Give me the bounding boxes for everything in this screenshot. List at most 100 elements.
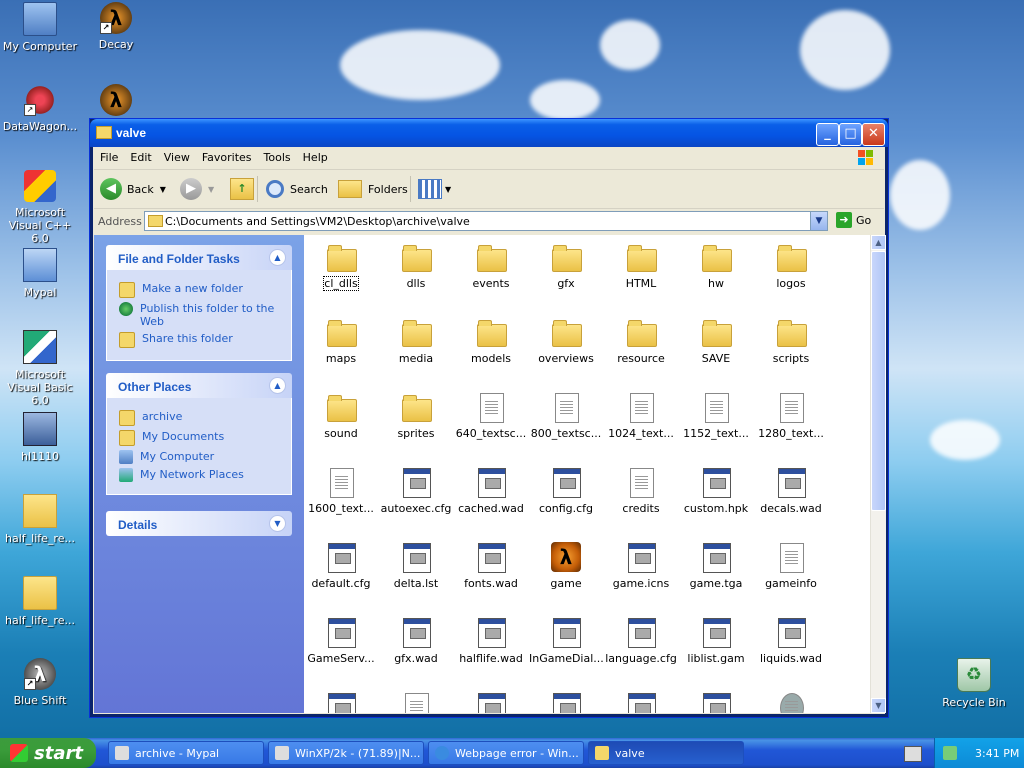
file-item-dlls[interactable]: dlls	[379, 237, 453, 290]
file-item-1024-text[interactable]: 1024_text...	[604, 387, 678, 440]
file-item-maps[interactable]: maps	[304, 312, 378, 365]
desktop-icon-recycle-bin[interactable]: ♻ Recycle Bin	[934, 658, 1014, 709]
file-item-file[interactable]	[754, 687, 828, 713]
go-button[interactable]: ➜ Go	[836, 212, 871, 228]
panel-header[interactable]: Details ▼	[106, 511, 292, 536]
address-dropdown-button[interactable]: ▼	[810, 212, 827, 230]
search-button[interactable]: Search	[266, 177, 328, 201]
desktop-icon-datawagon[interactable]: ↗ DataWagon...	[0, 84, 80, 133]
panel-header[interactable]: File and Folder Tasks ▲	[106, 245, 292, 270]
desktop-icon-half-life-2[interactable]: λ	[76, 84, 156, 120]
file-item-file[interactable]	[529, 687, 603, 713]
file-item-credits[interactable]: credits	[604, 462, 678, 515]
panel-header[interactable]: Other Places ▲	[106, 373, 292, 398]
file-item-640-textsc[interactable]: 640_textsc...	[454, 387, 528, 440]
other-place-archive[interactable]: archive	[119, 410, 281, 426]
file-item-hw[interactable]: hw	[679, 237, 753, 290]
file-item-gameinfo[interactable]: gameinfo	[754, 537, 828, 590]
file-item-default-cfg[interactable]: default.cfg	[304, 537, 378, 590]
keyboard-icon[interactable]	[904, 746, 922, 762]
menu-favorites[interactable]: Favorites	[196, 147, 258, 168]
other-place-my-documents[interactable]: My Documents	[119, 430, 281, 446]
file-item-events[interactable]: events	[454, 237, 528, 290]
file-item-cl-dlls[interactable]: cl_dlls	[304, 237, 378, 291]
file-item-liquids-wad[interactable]: liquids.wad	[754, 612, 828, 665]
file-item-ingamedial[interactable]: InGameDial...	[529, 612, 604, 665]
make-new-folder-link[interactable]: Make a new folder	[119, 282, 281, 298]
menu-file[interactable]: File	[94, 147, 124, 168]
taskbar-button-winxp[interactable]: WinXP/2k - (71.89)|N...	[268, 741, 424, 765]
desktop-icon-visual-basic[interactable]: Microsoft Visual Basic 6.0	[0, 330, 80, 407]
file-item-1600-text[interactable]: 1600_text...	[304, 462, 378, 515]
file-item-fonts-wad[interactable]: fonts.wad	[454, 537, 528, 590]
forward-button[interactable]: ▶ ▼	[180, 177, 214, 201]
file-item-save[interactable]: SAVE	[679, 312, 753, 365]
file-item-sprites[interactable]: sprites	[379, 387, 453, 440]
clock[interactable]: 3:41 PM	[975, 747, 1019, 760]
other-place-network[interactable]: My Network Places	[119, 468, 281, 482]
desktop-icon-blue-shift[interactable]: λ ↗ Blue Shift	[0, 658, 80, 707]
views-button[interactable]: ▼	[418, 177, 451, 201]
taskbar-button-archive[interactable]: archive - Mypal	[108, 741, 264, 765]
desktop-icon-mypal[interactable]: Mypal	[0, 248, 80, 299]
file-item-800-textsc[interactable]: 800_textsc...	[529, 387, 603, 440]
file-item-halflife-wad[interactable]: halflife.wad	[454, 612, 528, 665]
file-item-liblist-gam[interactable]: liblist.gam	[679, 612, 753, 665]
menu-help[interactable]: Help	[297, 147, 334, 168]
file-item-media[interactable]: media	[379, 312, 453, 365]
scroll-down-button[interactable]: ▼	[871, 698, 886, 713]
scroll-thumb[interactable]	[871, 251, 886, 511]
file-item-gfx[interactable]: gfx	[529, 237, 603, 290]
file-item-game-icns[interactable]: game.icns	[604, 537, 678, 590]
file-item-logos[interactable]: logos	[754, 237, 828, 290]
file-item-config-cfg[interactable]: config.cfg	[529, 462, 603, 515]
file-item-gameserv[interactable]: GameServ...	[304, 612, 378, 665]
up-folder-button[interactable]: ↑	[230, 177, 254, 201]
file-item-1152-text[interactable]: 1152_text...	[679, 387, 753, 440]
file-item-file[interactable]	[379, 687, 453, 713]
menu-view[interactable]: View	[158, 147, 196, 168]
network-tray-icon[interactable]	[943, 746, 957, 760]
address-input[interactable]: C:\Documents and Settings\VM2\Desktop\ar…	[144, 211, 828, 231]
file-item-language-cfg[interactable]: language.cfg	[604, 612, 678, 665]
publish-folder-link[interactable]: Publish this folder to the Web	[119, 302, 281, 328]
desktop-icon-half-life-re-zip[interactable]: half_life_re...	[0, 494, 80, 545]
taskbar-button-valve[interactable]: valve	[588, 741, 744, 765]
file-item-models[interactable]: models	[454, 312, 528, 365]
menu-edit[interactable]: Edit	[124, 147, 157, 168]
file-item-overviews[interactable]: overviews	[529, 312, 603, 365]
chevron-down-icon[interactable]: ▼	[269, 515, 286, 532]
desktop-icon-my-computer[interactable]: My Computer	[0, 2, 80, 53]
desktop-icon-visual-cpp[interactable]: Microsoft Visual C++ 6.0	[0, 170, 80, 245]
folders-button[interactable]: Folders	[338, 177, 408, 201]
file-item-scripts[interactable]: scripts	[754, 312, 828, 365]
desktop-icon-decay[interactable]: λ ↗ Decay	[76, 2, 156, 51]
scroll-up-button[interactable]: ▲	[871, 235, 886, 250]
desktop-icon-half-life-re-folder[interactable]: half_life_re...	[0, 576, 80, 627]
file-item-html[interactable]: HTML	[604, 237, 678, 290]
other-place-my-computer[interactable]: My Computer	[119, 450, 281, 464]
chevron-up-icon[interactable]: ▲	[269, 377, 286, 394]
file-item-cached-wad[interactable]: cached.wad	[454, 462, 528, 515]
file-item-1280-text[interactable]: 1280_text...	[754, 387, 828, 440]
title-bar[interactable]: valve _ □ ✕	[90, 119, 888, 147]
file-item-sound[interactable]: sound	[304, 387, 378, 440]
file-item-resource[interactable]: resource	[604, 312, 678, 365]
desktop-icon-hl1110[interactable]: hl1110	[0, 412, 80, 463]
file-item-autoexec-cfg[interactable]: autoexec.cfg	[379, 462, 453, 515]
minimize-button[interactable]: _	[816, 123, 839, 146]
chevron-up-icon[interactable]: ▲	[269, 249, 286, 266]
file-item-file[interactable]	[679, 687, 753, 713]
vertical-scrollbar[interactable]: ▲ ▼	[870, 235, 886, 713]
file-item-gfx-wad[interactable]: gfx.wad	[379, 612, 453, 665]
taskbar-button-webpage-error[interactable]: Webpage error - Win...	[428, 741, 584, 765]
menu-tools[interactable]: Tools	[258, 147, 297, 168]
file-item-game[interactable]: λ game	[529, 537, 603, 590]
file-item-file[interactable]	[604, 687, 678, 713]
file-item-file[interactable]	[454, 687, 528, 713]
file-item-file[interactable]	[304, 687, 378, 713]
back-button[interactable]: ◀ Back ▼	[100, 177, 166, 201]
file-item-game-tga[interactable]: game.tga	[679, 537, 753, 590]
file-item-decals-wad[interactable]: decals.wad	[754, 462, 828, 515]
file-item-delta-lst[interactable]: delta.lst	[379, 537, 453, 590]
